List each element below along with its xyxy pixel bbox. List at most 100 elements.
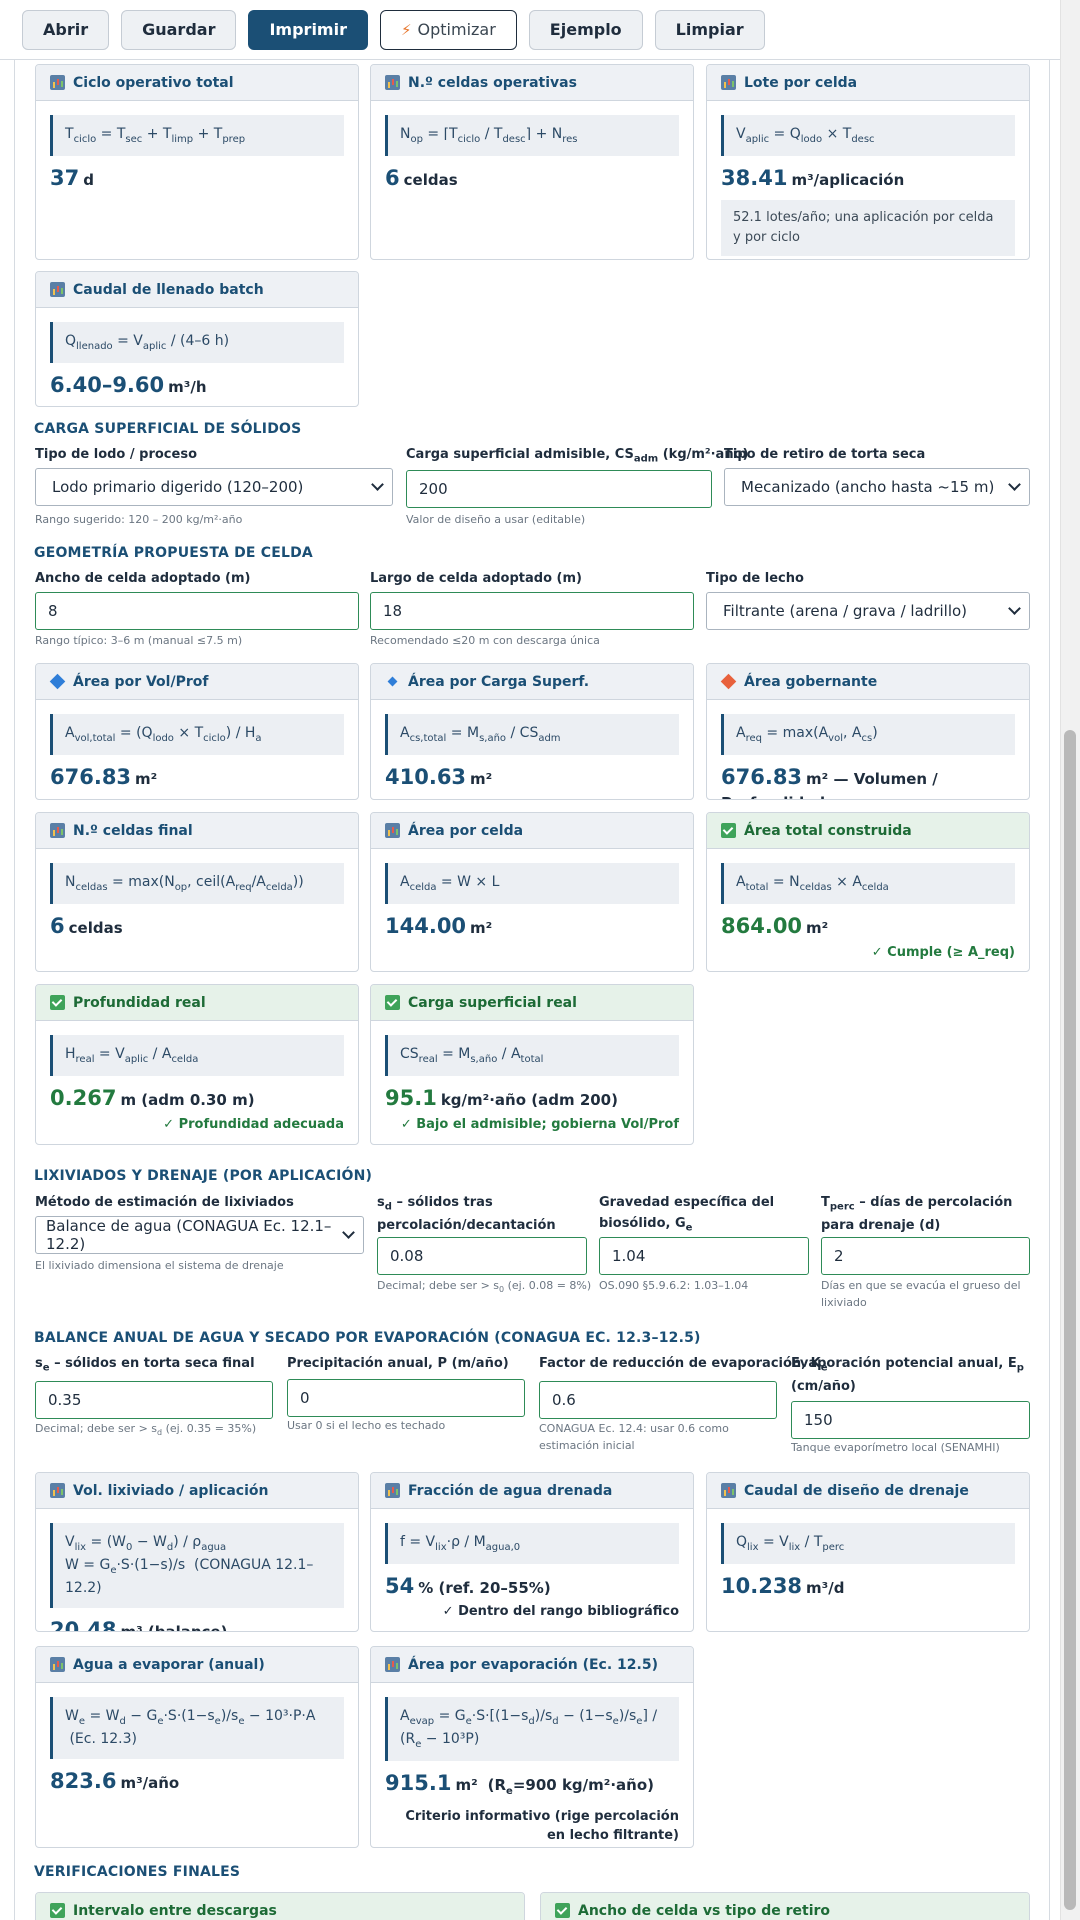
- orange-diamond-icon: [720, 673, 737, 690]
- ke-input[interactable]: 0.6: [539, 1381, 777, 1419]
- formula: CSreal = Ms,año / Atotal: [385, 1035, 679, 1076]
- lecho-label: Tipo de lecho: [706, 571, 804, 586]
- chart-icon: [50, 1657, 65, 1672]
- se-input[interactable]: 0.35: [35, 1381, 273, 1419]
- card-area-carga: Área por Carga Superf. Acs,total = Ms,añ…: [370, 663, 694, 800]
- ge-input[interactable]: 1.04: [599, 1237, 809, 1275]
- se-label: se – sólidos en torta seca final: [35, 1356, 255, 1374]
- chart-icon: [385, 1657, 400, 1672]
- cs-adm-hint: Valor de diseño a usar (editable): [406, 513, 586, 526]
- tipo-lodo-hint: Rango sugerido: 120 – 200 kg/m²·año: [35, 513, 243, 526]
- se-hint: Decimal; debe ser > sd (ej. 0.35 = 35%): [35, 1422, 257, 1438]
- ep-hint: Tanque evaporímetro local (SENAMHI): [791, 1441, 1000, 1454]
- check-icon: [555, 1903, 570, 1918]
- lecho-select[interactable]: Filtrante (arena / grava / ladrillo): [706, 592, 1030, 630]
- chart-icon: [385, 1483, 400, 1498]
- card-fraccion-agua: Fracción de agua drenada f = Vlix·ρ / Ma…: [370, 1472, 694, 1632]
- card-title: Área por Vol/Prof: [73, 673, 209, 690]
- chart-icon: [721, 75, 736, 90]
- tperc-input[interactable]: 2: [821, 1237, 1030, 1275]
- cs-adm-input[interactable]: 200: [406, 470, 712, 508]
- card-area-total: Área total construida Atotal = Nceldas ×…: [706, 812, 1030, 972]
- toolbar: Abrir Guardar Imprimir ⚡ Optimizar Ejempl…: [0, 0, 1060, 60]
- card-title: Ancho de celda vs tipo de retiro: [578, 1902, 831, 1919]
- card-title: Intervalo entre descargas: [73, 1902, 277, 1919]
- formula: Qllenado = Vaplic / (4–6 h): [50, 322, 344, 363]
- card-value: 823.6 m³/año: [50, 1768, 180, 1793]
- section-title-balance: BALANCE ANUAL DE AGUA Y SECADO POR EVAPO…: [34, 1330, 701, 1346]
- cs-adm-label: Carga superficial admisible, CSadm (kg/m…: [406, 447, 749, 465]
- card-title: Área por celda: [408, 822, 524, 839]
- ancho-hint: Rango típico: 3–6 m (manual ≤7.5 m): [35, 634, 243, 647]
- sd-label: sd – sólidos tras percolación/decantació…: [377, 1195, 556, 1233]
- chevron-down-icon: [1008, 478, 1021, 491]
- card-value: 676.83m² — Volumen / Profundidad: [721, 764, 938, 799]
- card-carga-real: Carga superficial real CSreal = Ms,año /…: [370, 984, 694, 1145]
- tperc-label: Tperc – días de percolación para drenaje…: [821, 1195, 1013, 1233]
- card-value: 38.41 m³/aplicación: [721, 165, 905, 190]
- chart-icon: [721, 1483, 736, 1498]
- formula: f = Vlix·ρ / Magua,0: [385, 1523, 679, 1564]
- sd-input[interactable]: 0.08: [377, 1237, 587, 1275]
- card-value: 144.00 m²: [385, 913, 493, 938]
- formula: Acs,total = Ms,año / CSadm: [385, 714, 679, 755]
- card-title: Área por Carga Superf.: [408, 673, 590, 690]
- ep-input[interactable]: 150: [791, 1401, 1030, 1439]
- metodo-select[interactable]: Balance de agua (CONAGUA Ec. 12.1–12.2): [35, 1216, 364, 1254]
- scrollbar[interactable]: [1060, 0, 1080, 1920]
- optimizar-button[interactable]: ⚡ Optimizar: [379, 9, 517, 50]
- card-title: Lote por celda: [744, 74, 858, 91]
- ancho-input[interactable]: 8: [35, 592, 359, 630]
- card-title: Carga superficial real: [408, 994, 577, 1011]
- ke-hint: CONAGUA Ec. 12.4: usar 0.6 como estimaci…: [539, 1422, 729, 1452]
- formula: Qlix = Vlix / Tperc: [721, 1523, 1015, 1564]
- abrir-button[interactable]: Abrir: [22, 9, 110, 50]
- precip-input[interactable]: 0: [287, 1379, 525, 1417]
- card-note: 52.1 lotes/año; una aplicación por celda…: [721, 199, 1015, 257]
- formula: Tciclo = Tsec + Tlimp + Tprep: [50, 115, 344, 156]
- formula: Hreal = Vaplic / Acelda: [50, 1035, 344, 1076]
- status-badge: ✓ Profundidad adecuada: [163, 1117, 344, 1132]
- card-celdas-final: N.º celdas final Nceldas = max(Nop, ceil…: [35, 812, 359, 972]
- lightning-icon: ⚡: [400, 20, 412, 39]
- card-area-celda: Área por celda Acelda = W × L 144.00 m²: [370, 812, 694, 972]
- card-title: Caudal de llenado batch: [73, 281, 264, 298]
- formula: Areq = max(Avol, Acs): [721, 714, 1015, 755]
- limpiar-button[interactable]: Limpiar: [654, 9, 765, 50]
- card-title: Fracción de agua drenada: [408, 1482, 613, 1499]
- chart-icon: [50, 823, 65, 838]
- formula: Nop = ⌈Tciclo / Tdesc⌉ + Nres: [385, 115, 679, 156]
- chevron-down-icon: [1008, 602, 1021, 615]
- scrollbar-thumb[interactable]: [1064, 730, 1076, 1910]
- check-icon: [385, 995, 400, 1010]
- ejemplo-button[interactable]: Ejemplo: [528, 9, 643, 50]
- chart-icon: [50, 75, 65, 90]
- criterio-note: Criterio informativo (rige percolación e…: [405, 1808, 679, 1844]
- status-badge: ✓ Dentro del rango bibliográfico: [442, 1604, 679, 1619]
- section-title-geometria: GEOMETRÍA PROPUESTA DE CELDA: [34, 545, 313, 561]
- imprimir-button[interactable]: Imprimir: [248, 9, 368, 50]
- largo-label: Largo de celda adoptado (m): [370, 571, 582, 586]
- card-vol-lixiviado: Vol. lixiviado / aplicación Vlix = (W0 −…: [35, 1472, 359, 1632]
- diamond-icon: [49, 673, 66, 690]
- card-value: 95.1 kg/m²·año (adm 200): [385, 1085, 618, 1110]
- card-area-evaporacion: Área por evaporación (Ec. 12.5) Aevap = …: [370, 1646, 694, 1848]
- card-title: Área por evaporación (Ec. 12.5): [408, 1656, 658, 1673]
- retiro-label: Tipo de retiro de torta seca: [724, 447, 926, 462]
- tipo-lodo-select[interactable]: Lodo primario digerido (120–200): [35, 468, 393, 506]
- retiro-select[interactable]: Mecanizado (ancho hasta ~15 m): [724, 468, 1030, 506]
- card-area-vol: Área por Vol/Prof Avol,total = (Qlodo × …: [35, 663, 359, 800]
- formula: Atotal = Nceldas × Acelda: [721, 863, 1015, 904]
- check-icon: [50, 1903, 65, 1918]
- tperc-hint: Días en que se evacúa el grueso del lixi…: [821, 1279, 1021, 1309]
- card-profundidad-real: Profundidad real Hreal = Vaplic / Acelda…: [35, 984, 359, 1145]
- card-celdas-operativas: N.º celdas operativas Nop = ⌈Tciclo / Td…: [370, 64, 694, 260]
- sd-hint: Decimal; debe ser > s0 (ej. 0.08 = 8%): [377, 1279, 592, 1295]
- card-title: Caudal de diseño de drenaje: [744, 1482, 969, 1499]
- card-title: Profundidad real: [73, 994, 206, 1011]
- largo-input[interactable]: 18: [370, 592, 694, 630]
- tipo-lodo-label: Tipo de lodo / proceso: [35, 447, 197, 462]
- card-title: Área total construida: [744, 822, 912, 839]
- formula: Acelda = W × L: [385, 863, 679, 904]
- guardar-button[interactable]: Guardar: [121, 9, 237, 50]
